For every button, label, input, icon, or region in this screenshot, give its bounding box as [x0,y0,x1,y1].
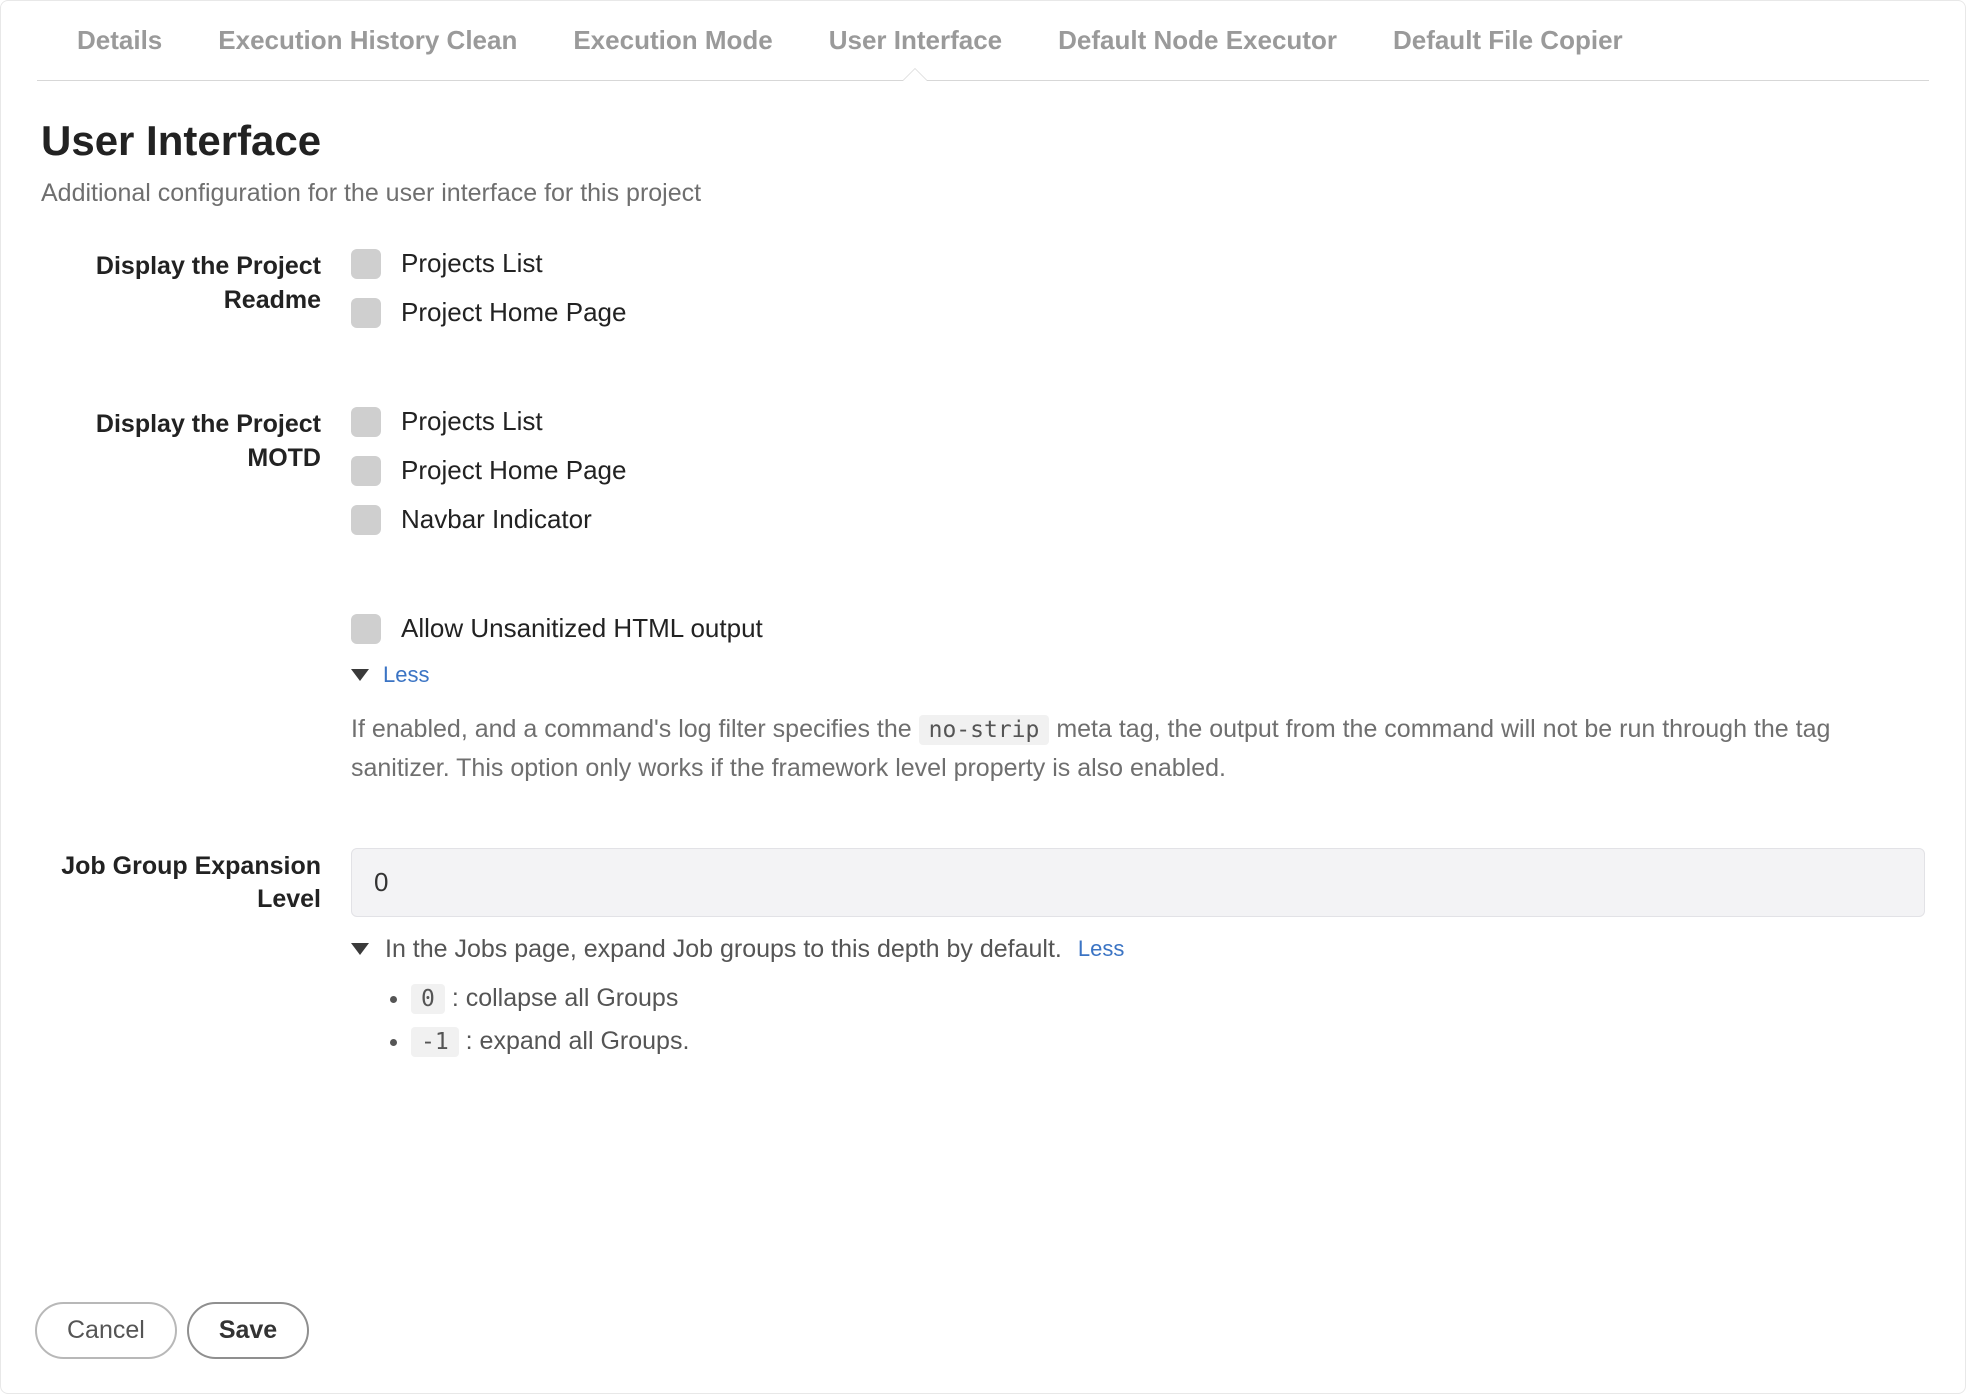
checkbox-label: Projects List [401,248,543,279]
label-unsanitized [41,613,351,615]
save-button[interactable]: Save [187,1302,309,1359]
tab-user-interface[interactable]: User Interface [829,17,1002,80]
row-unsanitized: Allow Unsanitized HTML output Less If en… [41,613,1925,788]
row-project-motd: Display the Project MOTD Projects List P… [41,406,1925,553]
checkbox-readme-projects-list[interactable] [351,249,381,279]
tab-details[interactable]: Details [77,17,162,80]
list-item: -1 : expand all Groups. [411,1027,1925,1056]
list-item: 0 : collapse all Groups [411,984,1925,1013]
input-job-group-expansion-level[interactable] [351,848,1925,917]
checkbox-label: Navbar Indicator [401,504,592,535]
footer-buttons: Cancel Save [35,1302,309,1359]
value-desc: : expand all Groups. [466,1027,690,1055]
label-project-readme: Display the Project Readme [41,248,351,318]
code-value: 0 [411,984,445,1014]
checkbox-label: Project Home Page [401,455,626,486]
tab-execution-history-clean[interactable]: Execution History Clean [218,17,517,80]
checkbox-label: Allow Unsanitized HTML output [401,613,763,644]
caret-down-icon [351,669,369,681]
checkbox-allow-unsanitized-html[interactable] [351,614,381,644]
cancel-button[interactable]: Cancel [35,1302,177,1359]
tab-default-node-executor[interactable]: Default Node Executor [1058,17,1337,80]
code-value: -1 [411,1027,459,1057]
caret-down-icon [351,943,369,955]
value-desc: : collapse all Groups [452,984,679,1012]
page-subtitle: Additional configuration for the user in… [41,179,1925,208]
page-title: User Interface [41,117,1925,165]
less-link[interactable]: Less [383,662,429,688]
tab-default-file-copier[interactable]: Default File Copier [1393,17,1623,80]
label-project-motd: Display the Project MOTD [41,406,351,476]
row-project-readme: Display the Project Readme Projects List… [41,248,1925,346]
checkbox-readme-project-home[interactable] [351,298,381,328]
label-job-group-expansion: Job Group Expansion Level [41,848,351,918]
checkbox-label: Projects List [401,406,543,437]
toggle-unsanitized-help[interactable]: Less [351,662,1925,688]
less-link[interactable]: Less [1078,936,1124,962]
tab-execution-mode[interactable]: Execution Mode [573,17,772,80]
help-pre: If enabled, and a command's log filter s… [351,715,919,743]
hint-text: In the Jobs page, expand Job groups to t… [385,935,1062,964]
checkbox-motd-projects-list[interactable] [351,407,381,437]
code-no-strip: no-strip [919,715,1050,745]
checkbox-motd-project-home[interactable] [351,456,381,486]
row-job-group-expansion: Job Group Expansion Level In the Jobs pa… [41,848,1925,1070]
tabs-bar: Details Execution History Clean Executio… [37,1,1929,81]
value-list: 0 : collapse all Groups -1 : expand all … [411,984,1925,1056]
help-text-unsanitized: If enabled, and a command's log filter s… [351,710,1851,788]
checkbox-label: Project Home Page [401,297,626,328]
checkbox-motd-navbar-indicator[interactable] [351,505,381,535]
